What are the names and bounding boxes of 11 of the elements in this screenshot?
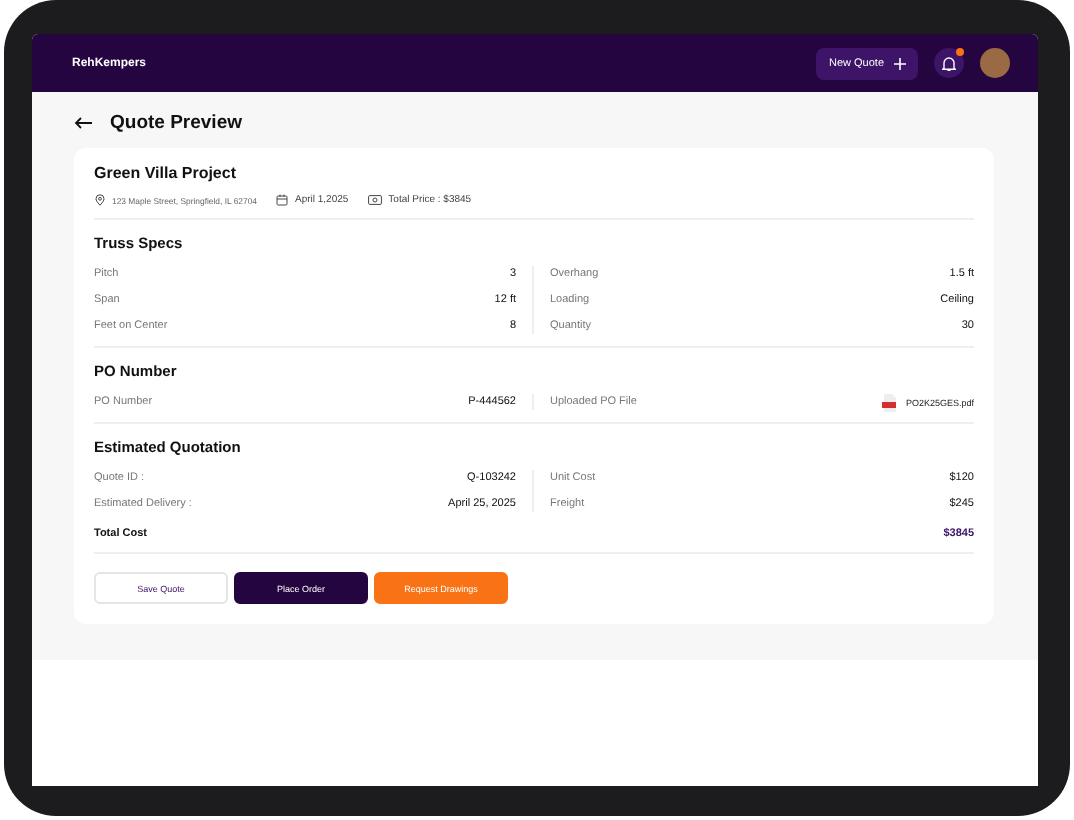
location-pin-icon	[94, 194, 106, 206]
pdf-file-icon	[881, 393, 898, 411]
project-name: Green Villa Project	[94, 164, 238, 182]
bell-icon	[942, 55, 956, 71]
back-arrow-icon[interactable]	[74, 116, 92, 130]
avatar[interactable]	[980, 48, 1010, 78]
money-icon	[368, 194, 383, 206]
calendar-icon	[276, 194, 289, 206]
page-title: Quote Preview	[110, 112, 242, 134]
plus-icon	[894, 57, 906, 69]
notification-button[interactable]	[934, 48, 964, 78]
